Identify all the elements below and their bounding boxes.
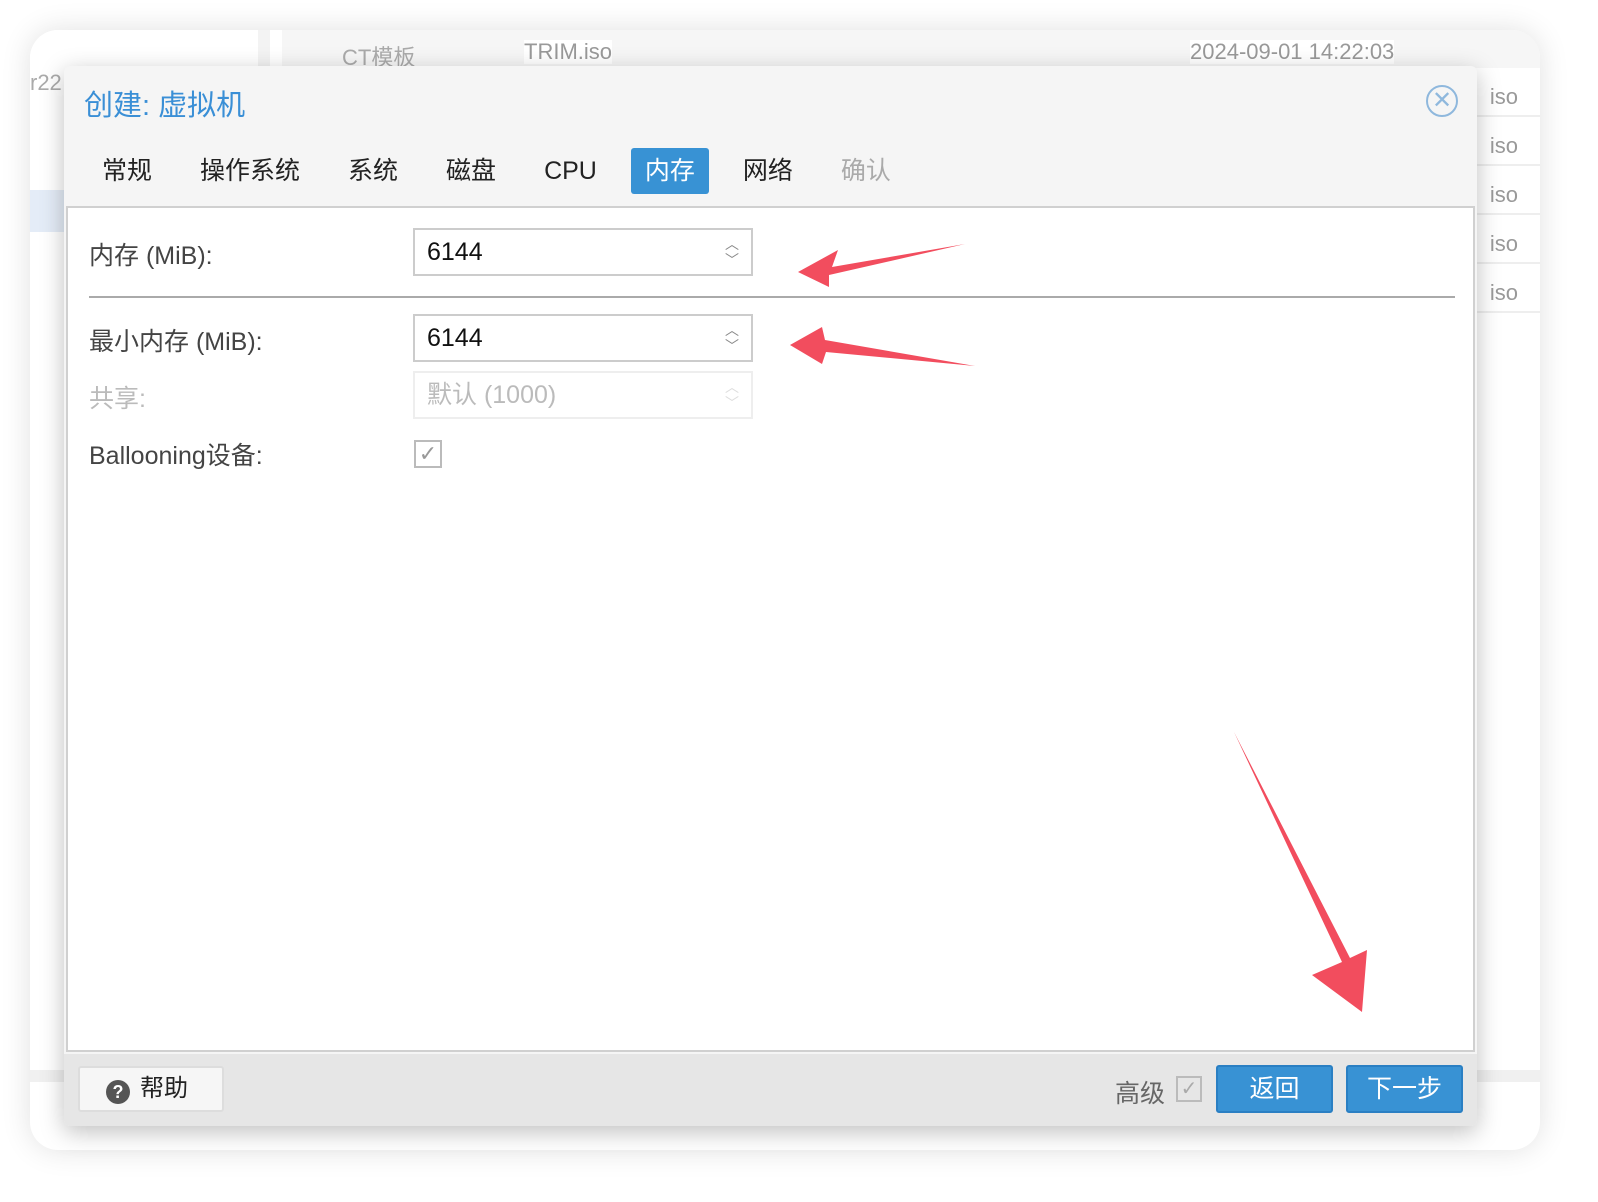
- annotation-arrows: [790, 244, 1367, 1012]
- arrow-to-min-memory: [790, 327, 975, 366]
- arrow-to-next: [1234, 732, 1367, 1012]
- arrow-to-memory: [798, 244, 965, 287]
